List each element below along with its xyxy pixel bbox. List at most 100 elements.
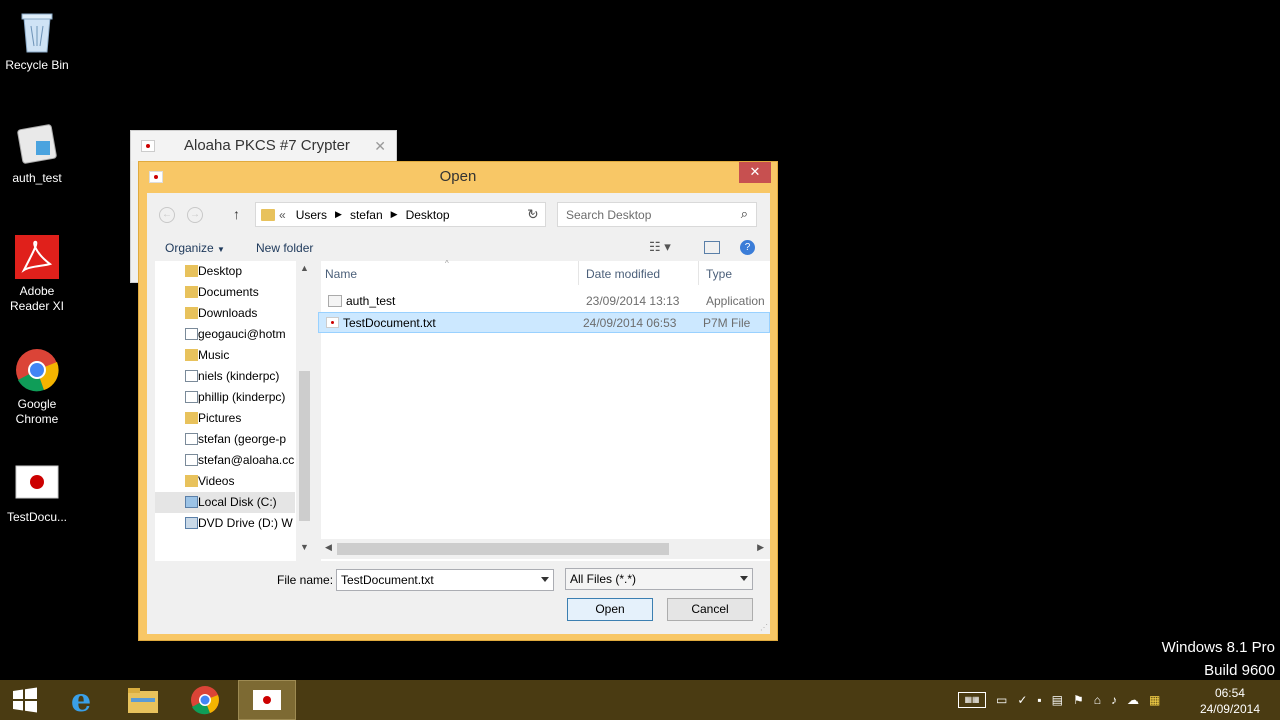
organize-button[interactable]: Organize ▼	[165, 241, 225, 255]
open-button[interactable]: Open	[567, 598, 653, 621]
file-row-selected[interactable]: TestDocument.txt 24/09/2014 06:53 P7M Fi…	[318, 312, 770, 333]
tray-icon[interactable]: ▦	[1149, 693, 1160, 707]
breadcrumb-overflow[interactable]: «	[279, 208, 286, 222]
open-dialog[interactable]: Open ✕ ← → ↑ « Users ▶ stefan ▶ Desktop …	[138, 161, 778, 641]
keyboard-icon[interactable]: ▦▦	[958, 692, 986, 708]
command-bar: Organize ▼ New folder ☷ ▾ ?	[147, 235, 770, 261]
windows-watermark: Windows 8.1 Pro Build 9600	[1162, 636, 1275, 682]
file-explorer-icon	[128, 688, 158, 713]
desktop-icon-recycle-bin[interactable]: Recycle Bin	[0, 8, 74, 73]
taskbar-file-explorer[interactable]	[114, 680, 172, 720]
tray-icon[interactable]: ▭	[996, 693, 1007, 707]
column-divider[interactable]	[698, 261, 699, 285]
taskbar-chrome[interactable]	[176, 680, 234, 720]
scroll-thumb[interactable]	[299, 371, 310, 521]
nav-item[interactable]: phillip (kinderpc)	[155, 387, 295, 408]
network-icon[interactable]: ⌂	[1094, 693, 1101, 707]
nav-item[interactable]: Music	[155, 345, 295, 366]
dialog-client: ← → ↑ « Users ▶ stefan ▶ Desktop ⌄ ↻ Sea…	[147, 193, 770, 634]
hscroll-thumb[interactable]	[337, 543, 669, 555]
column-divider[interactable]	[578, 261, 579, 285]
file-name-value: TestDocument.txt	[341, 573, 434, 587]
nav-item[interactable]: Downloads	[155, 303, 295, 324]
p7m-file-icon	[14, 460, 60, 506]
folder-icon	[185, 475, 198, 487]
nav-item[interactable]: Local Disk (C:)	[155, 492, 295, 513]
taskbar-aloaha[interactable]	[238, 680, 296, 720]
refresh-icon[interactable]: ↻	[527, 206, 539, 223]
aloaha-app-icon	[141, 140, 155, 152]
desktop-icon-label: auth_test	[12, 171, 62, 185]
resize-grip-icon[interactable]: ⋰	[760, 623, 768, 632]
nav-item[interactable]: Desktop	[155, 261, 295, 282]
dialog-close-button[interactable]: ✕	[739, 162, 771, 183]
flag-icon[interactable]: ⚑	[1073, 693, 1084, 707]
forward-icon[interactable]: →	[187, 207, 203, 223]
chevron-down-icon[interactable]	[541, 577, 549, 582]
preview-pane-icon[interactable]	[704, 241, 720, 254]
scroll-up-icon[interactable]: ▲	[300, 263, 309, 273]
chevron-right-icon: ▶	[335, 209, 342, 219]
nav-item[interactable]: stefan@aloaha.cc	[155, 450, 295, 471]
aloaha-titlebar[interactable]: Aloaha PKCS #7 Crypter ✕	[131, 131, 396, 161]
desktop-icon-adobe-reader[interactable]: Adobe Reader XI	[0, 234, 74, 314]
breadcrumb-desktop[interactable]: Desktop	[406, 208, 450, 222]
navigation-pane[interactable]: Desktop Documents Downloads geogauci@hotm Mu…	[155, 261, 312, 561]
file-name-field[interactable]: TestDocument.txt	[336, 569, 554, 591]
scroll-right-icon[interactable]: ▶	[757, 542, 764, 553]
column-name[interactable]: Name	[325, 267, 357, 281]
chevron-down-icon[interactable]	[740, 576, 748, 581]
breadcrumb-users[interactable]: Users	[296, 208, 327, 222]
column-type[interactable]: Type	[706, 267, 732, 281]
aloaha-close-icon[interactable]: ✕	[374, 131, 386, 161]
recycle-bin-icon	[14, 8, 60, 54]
dialog-titlebar[interactable]: Open ✕	[139, 162, 777, 192]
back-icon[interactable]: ←	[159, 207, 175, 223]
volume-icon[interactable]: ♪	[1111, 693, 1117, 707]
tray-icon[interactable]: ▤	[1052, 693, 1063, 707]
tray-icon[interactable]: ☁	[1127, 693, 1139, 707]
taskbar-internet-explorer[interactable]: e	[52, 680, 110, 720]
folder-icon	[261, 208, 275, 221]
nav-item[interactable]: DVD Drive (D:) W	[155, 513, 295, 534]
file-type-filter[interactable]: All Files (*.*)	[565, 568, 753, 590]
tray-icon[interactable]: ✓	[1017, 693, 1027, 707]
desktop-icon-testdocument[interactable]: TestDocu...	[0, 460, 74, 525]
column-date-modified[interactable]: Date modified	[586, 267, 660, 281]
nav-item[interactable]: Pictures	[155, 408, 295, 429]
folder-icon	[185, 265, 198, 277]
column-headers: Name ^ Date modified Type	[321, 259, 770, 285]
clock[interactable]: 06:54 24/09/2014	[1200, 685, 1260, 717]
start-button[interactable]	[0, 680, 50, 720]
file-type: P7M File	[703, 316, 751, 330]
new-folder-button[interactable]: New folder	[256, 241, 313, 255]
nav-item[interactable]: geogauci@hotm	[155, 324, 295, 345]
desktop-icon-auth-test[interactable]: auth_test	[0, 121, 74, 186]
breadcrumb-stefan[interactable]: stefan	[350, 208, 383, 222]
nav-item[interactable]: Documents	[155, 282, 295, 303]
adobe-reader-icon	[14, 234, 60, 280]
file-list[interactable]: Name ^ Date modified Type auth_test 23/0…	[318, 259, 773, 561]
internet-explorer-icon: e	[70, 681, 92, 719]
nav-scrollbar[interactable]: ▲ ▼	[296, 261, 312, 561]
file-row[interactable]: auth_test 23/09/2014 13:13 Application	[324, 291, 773, 312]
nav-item[interactable]: Videos	[155, 471, 295, 492]
nav-item[interactable]: niels (kinderpc)	[155, 366, 295, 387]
scroll-down-icon[interactable]: ▼	[300, 542, 309, 552]
nav-item[interactable]: stefan (george-p	[155, 429, 295, 450]
desktop-icon-google-chrome[interactable]: Google Chrome	[0, 347, 74, 427]
file-list-hscrollbar[interactable]: ◀ ▶	[321, 539, 770, 559]
up-icon[interactable]: ↑	[233, 206, 240, 222]
network-folder-icon	[185, 391, 198, 403]
tray-icon[interactable]: ▪	[1037, 693, 1041, 707]
address-bar[interactable]: « Users ▶ stefan ▶ Desktop ⌄	[255, 202, 546, 227]
file-type-filter-value: All Files (*.*)	[570, 572, 637, 586]
chrome-icon	[14, 347, 60, 393]
dvd-icon	[185, 517, 198, 529]
search-input[interactable]: Search Desktop ⌕	[557, 202, 757, 227]
help-icon[interactable]: ?	[740, 240, 755, 255]
cancel-button[interactable]: Cancel	[667, 598, 753, 621]
scroll-left-icon[interactable]: ◀	[325, 542, 332, 553]
search-icon[interactable]: ⌕	[741, 206, 748, 222]
view-options-icon[interactable]: ☷ ▾	[649, 239, 671, 255]
